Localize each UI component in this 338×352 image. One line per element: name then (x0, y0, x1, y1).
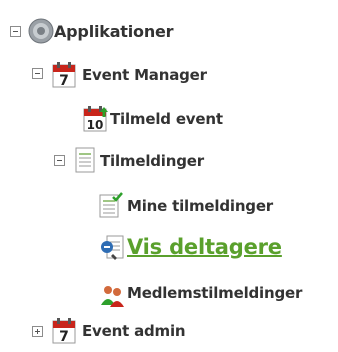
participants-icon (99, 234, 127, 266)
svg-text:7: 7 (59, 73, 69, 88)
svg-text:7: 7 (59, 329, 69, 344)
tree-item-medlemstilmeldinger[interactable]: Medlemstilmeldinger (127, 284, 302, 302)
tree-item-mine-tilmeldinger[interactable]: Mine tilmeldinger (127, 197, 273, 215)
calendar-10-icon: 10 (83, 106, 109, 138)
document-check-icon (99, 192, 125, 222)
collapse-toggle-event-manager[interactable] (32, 68, 43, 79)
calendar-7-icon: 7 (52, 62, 76, 92)
collapse-toggle-applikationer[interactable] (10, 26, 21, 37)
tree-item-vis-deltagere[interactable]: Vis deltagere (127, 235, 282, 259)
tree-item-applikationer[interactable]: Applikationer (54, 22, 174, 41)
tree-item-event-admin[interactable]: Event admin (82, 322, 186, 340)
svg-text:10: 10 (87, 118, 104, 132)
collapse-toggle-tilmeldinger[interactable] (54, 155, 65, 166)
tree-item-tilmeldinger[interactable]: Tilmeldinger (100, 152, 204, 170)
members-icon (99, 283, 127, 311)
gear-globe-icon (28, 18, 54, 48)
expand-toggle-event-admin[interactable] (32, 326, 43, 337)
tree-item-event-manager[interactable]: Event Manager (82, 66, 207, 84)
tree-item-tilmeld-event[interactable]: Tilmeld event (110, 110, 223, 128)
document-icon (75, 147, 95, 177)
calendar-7-icon: 7 (52, 318, 76, 348)
